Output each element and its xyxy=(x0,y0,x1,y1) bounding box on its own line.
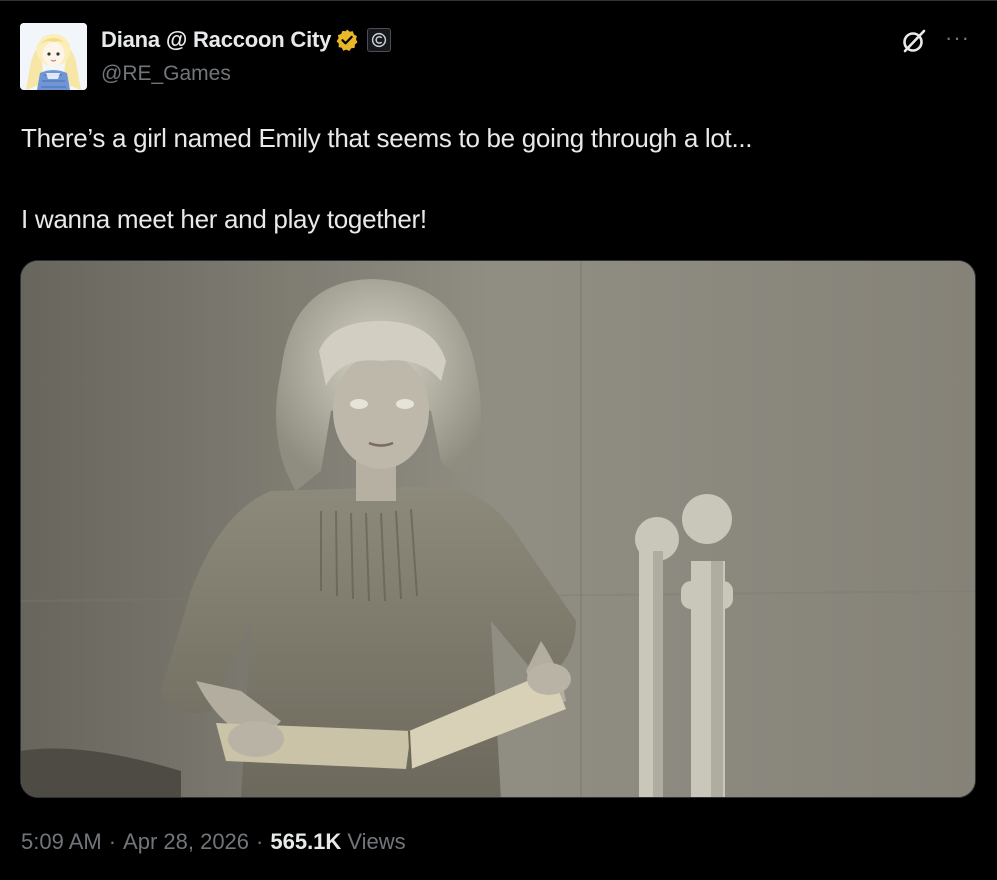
tweet-text: There’s a girl named Emily that seems to… xyxy=(21,122,961,236)
author-avatar[interactable] xyxy=(20,23,87,90)
author-display-name[interactable]: Diana @ Raccoon City xyxy=(101,27,331,53)
photo-girl-with-book-icon xyxy=(21,261,975,797)
author-handle[interactable]: @RE_Games xyxy=(101,62,231,86)
tweet-media-image[interactable] xyxy=(20,260,976,798)
author-name-row: Diana @ Raccoon City xyxy=(101,27,392,53)
anime-girl-avatar-icon xyxy=(20,23,87,90)
affiliate-capcom-icon[interactable] xyxy=(367,28,392,52)
tweet-meta: 5:09 AM · Apr 28, 2026 · 565.1K Views xyxy=(21,829,406,855)
views-count: 565.1K xyxy=(270,829,342,854)
more-options-icon[interactable]: ··· xyxy=(945,27,970,49)
tweet-text-line-2: I wanna meet her and play together! xyxy=(21,204,427,234)
meta-separator: · xyxy=(256,829,264,854)
verified-badge-icon[interactable] xyxy=(335,28,359,52)
views-label: Views xyxy=(347,829,406,854)
top-divider xyxy=(0,0,997,1)
tweet-time[interactable]: 5:09 AM xyxy=(21,829,102,855)
tweet-text-line-1: There’s a girl named Emily that seems to… xyxy=(21,123,753,153)
tweet-date[interactable]: Apr 28, 2026 xyxy=(123,829,249,855)
meta-separator: · xyxy=(108,829,117,854)
grok-icon[interactable] xyxy=(900,27,928,55)
